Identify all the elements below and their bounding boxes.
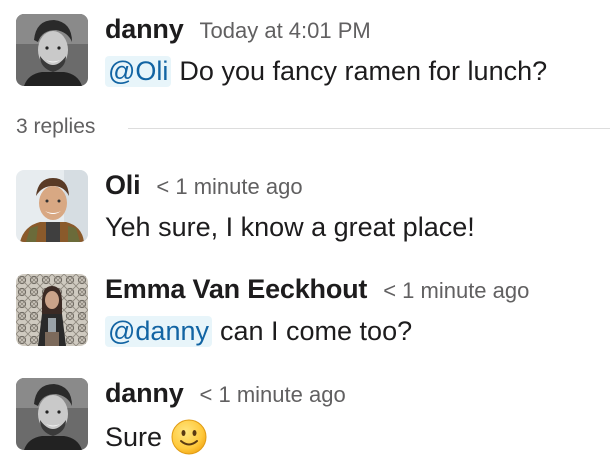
message-header: danny Today at 4:01 PM <box>105 14 371 45</box>
message-text: Yeh sure, I know a great place! <box>105 212 475 242</box>
message-header: danny < 1 minute ago <box>105 378 346 409</box>
avatar-oli-photo <box>16 170 88 242</box>
timestamp[interactable]: < 1 minute ago <box>383 278 529 304</box>
message-reply: Oli < 1 minute ago Yeh sure, I know a gr… <box>0 160 610 260</box>
author-name[interactable]: Oli <box>105 170 141 201</box>
avatar-danny-photo <box>16 378 88 450</box>
timestamp[interactable]: < 1 minute ago <box>156 174 302 200</box>
mention-oli[interactable]: @Oli <box>105 56 172 87</box>
message-reply: danny < 1 minute ago Sure <box>0 368 610 472</box>
avatar-oli[interactable] <box>16 170 88 242</box>
message-text: Sure <box>105 421 163 452</box>
author-name[interactable]: Emma Van Eeckhout <box>105 274 367 305</box>
author-name[interactable]: danny <box>105 378 184 409</box>
avatar-emma[interactable] <box>16 274 88 346</box>
message-body: Sure <box>105 418 208 456</box>
avatar-danny[interactable] <box>16 14 88 86</box>
message-text: can I come too? <box>219 316 413 346</box>
divider-line <box>128 128 610 129</box>
avatar-danny-photo <box>16 14 88 86</box>
message-parent: danny Today at 4:01 PM @Oli Do you fancy… <box>0 0 610 100</box>
replies-count: 3 replies <box>16 115 96 138</box>
avatar-emma-photo <box>16 274 88 346</box>
avatar-danny[interactable] <box>16 378 88 450</box>
replies-divider-row: 3 replies <box>0 112 610 144</box>
mention-danny[interactable]: @danny <box>105 316 212 347</box>
timestamp[interactable]: < 1 minute ago <box>200 382 346 408</box>
message-header: Emma Van Eeckhout < 1 minute ago <box>105 274 529 305</box>
message-body: Yeh sure, I know a great place! <box>105 212 475 243</box>
message-reply: Emma Van Eeckhout < 1 minute ago @danny … <box>0 264 610 364</box>
slightly-smiling-face-emoji-icon <box>170 418 208 456</box>
message-body: @danny can I come too? <box>105 316 412 347</box>
message-body: @Oli Do you fancy ramen for lunch? <box>105 56 547 87</box>
timestamp[interactable]: Today at 4:01 PM <box>200 18 371 44</box>
message-text: Do you fancy ramen for lunch? <box>179 56 548 86</box>
author-name[interactable]: danny <box>105 14 184 45</box>
message-header: Oli < 1 minute ago <box>105 170 303 201</box>
